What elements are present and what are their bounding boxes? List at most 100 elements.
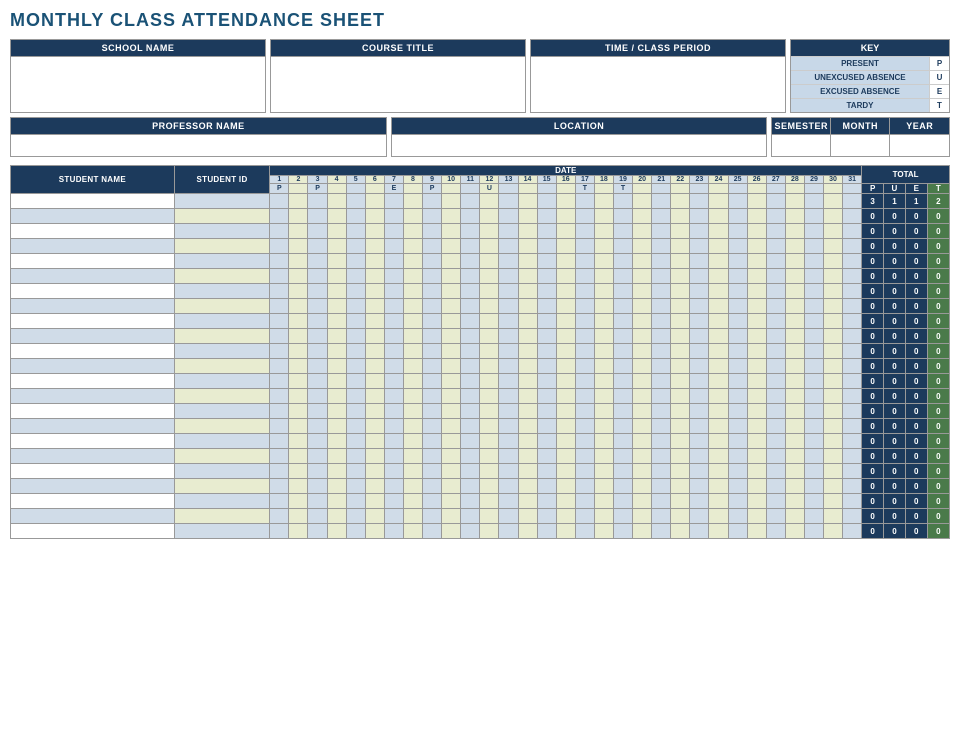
day-cell[interactable] bbox=[785, 404, 804, 419]
day-cell[interactable] bbox=[824, 224, 843, 239]
day-cell[interactable] bbox=[480, 374, 499, 389]
day-cell[interactable] bbox=[652, 464, 671, 479]
day-cell[interactable] bbox=[346, 269, 365, 284]
day-cell[interactable] bbox=[423, 209, 442, 224]
day-cell[interactable] bbox=[499, 434, 518, 449]
day-cell[interactable] bbox=[556, 299, 575, 314]
day-cell[interactable] bbox=[537, 344, 556, 359]
day-cell[interactable] bbox=[709, 404, 728, 419]
day-cell[interactable] bbox=[709, 329, 728, 344]
day-cell[interactable] bbox=[442, 299, 461, 314]
day-cell[interactable] bbox=[537, 404, 556, 419]
day-cell[interactable] bbox=[652, 254, 671, 269]
day-cell[interactable] bbox=[843, 479, 862, 494]
day-cell[interactable] bbox=[346, 194, 365, 209]
day-cell[interactable] bbox=[346, 434, 365, 449]
day-cell[interactable] bbox=[804, 509, 823, 524]
day-cell[interactable] bbox=[308, 419, 327, 434]
day-cell[interactable] bbox=[442, 404, 461, 419]
student-name-cell[interactable] bbox=[11, 479, 175, 494]
day-cell[interactable] bbox=[804, 404, 823, 419]
day-cell[interactable] bbox=[308, 224, 327, 239]
day-cell[interactable] bbox=[308, 464, 327, 479]
professor-value[interactable] bbox=[11, 134, 386, 156]
day-cell[interactable] bbox=[728, 344, 747, 359]
day-cell[interactable] bbox=[518, 284, 537, 299]
day-cell[interactable] bbox=[594, 524, 613, 539]
day-cell[interactable] bbox=[518, 194, 537, 209]
day-cell[interactable] bbox=[346, 224, 365, 239]
day-cell[interactable] bbox=[480, 494, 499, 509]
day-cell[interactable] bbox=[327, 374, 346, 389]
day-cell[interactable] bbox=[575, 419, 594, 434]
day-cell[interactable] bbox=[346, 254, 365, 269]
day-cell[interactable] bbox=[403, 239, 422, 254]
day-cell[interactable] bbox=[461, 314, 480, 329]
day-cell[interactable] bbox=[556, 284, 575, 299]
student-name-cell[interactable] bbox=[11, 284, 175, 299]
day-cell[interactable] bbox=[384, 464, 403, 479]
day-cell[interactable] bbox=[728, 209, 747, 224]
day-cell[interactable] bbox=[613, 479, 632, 494]
day-cell[interactable] bbox=[270, 239, 289, 254]
day-cell[interactable] bbox=[556, 449, 575, 464]
day-cell[interactable] bbox=[480, 344, 499, 359]
day-cell[interactable] bbox=[613, 509, 632, 524]
day-cell[interactable] bbox=[671, 524, 690, 539]
day-cell[interactable] bbox=[346, 389, 365, 404]
day-cell[interactable] bbox=[804, 329, 823, 344]
day-cell[interactable] bbox=[671, 449, 690, 464]
day-cell[interactable] bbox=[289, 329, 308, 344]
day-cell[interactable] bbox=[594, 299, 613, 314]
day-cell[interactable] bbox=[652, 479, 671, 494]
day-cell[interactable] bbox=[613, 254, 632, 269]
day-cell[interactable] bbox=[824, 374, 843, 389]
day-cell[interactable] bbox=[633, 479, 652, 494]
day-cell[interactable] bbox=[499, 464, 518, 479]
day-cell[interactable] bbox=[384, 509, 403, 524]
day-cell[interactable] bbox=[728, 359, 747, 374]
day-cell[interactable] bbox=[709, 254, 728, 269]
day-cell[interactable] bbox=[843, 449, 862, 464]
student-name-cell[interactable] bbox=[11, 494, 175, 509]
day-cell[interactable] bbox=[690, 479, 709, 494]
day-cell[interactable] bbox=[747, 464, 766, 479]
day-cell[interactable] bbox=[843, 329, 862, 344]
day-cell[interactable] bbox=[308, 404, 327, 419]
day-cell[interactable] bbox=[537, 269, 556, 284]
day-cell[interactable] bbox=[633, 344, 652, 359]
month-value[interactable] bbox=[831, 134, 890, 156]
day-cell[interactable] bbox=[384, 239, 403, 254]
day-cell[interactable] bbox=[308, 524, 327, 539]
day-cell[interactable] bbox=[613, 239, 632, 254]
day-cell[interactable] bbox=[270, 194, 289, 209]
day-cell[interactable] bbox=[480, 329, 499, 344]
day-cell[interactable] bbox=[384, 479, 403, 494]
day-cell[interactable] bbox=[804, 419, 823, 434]
student-name-cell[interactable] bbox=[11, 434, 175, 449]
day-cell[interactable] bbox=[365, 239, 384, 254]
day-cell[interactable] bbox=[594, 464, 613, 479]
day-cell[interactable] bbox=[804, 254, 823, 269]
student-id-cell[interactable] bbox=[174, 254, 270, 269]
day-cell[interactable] bbox=[556, 254, 575, 269]
day-cell[interactable] bbox=[652, 494, 671, 509]
day-cell[interactable] bbox=[690, 194, 709, 209]
day-cell[interactable] bbox=[633, 434, 652, 449]
day-cell[interactable] bbox=[785, 359, 804, 374]
day-cell[interactable] bbox=[346, 239, 365, 254]
day-cell[interactable] bbox=[365, 314, 384, 329]
day-cell[interactable] bbox=[480, 419, 499, 434]
day-cell[interactable] bbox=[843, 509, 862, 524]
day-cell[interactable] bbox=[690, 374, 709, 389]
day-cell[interactable] bbox=[824, 494, 843, 509]
day-cell[interactable] bbox=[461, 419, 480, 434]
day-cell[interactable] bbox=[671, 464, 690, 479]
day-cell[interactable] bbox=[499, 284, 518, 299]
day-cell[interactable] bbox=[709, 524, 728, 539]
day-cell[interactable] bbox=[308, 494, 327, 509]
day-cell[interactable] bbox=[843, 194, 862, 209]
day-cell[interactable] bbox=[289, 494, 308, 509]
day-cell[interactable] bbox=[537, 389, 556, 404]
day-cell[interactable] bbox=[766, 449, 785, 464]
